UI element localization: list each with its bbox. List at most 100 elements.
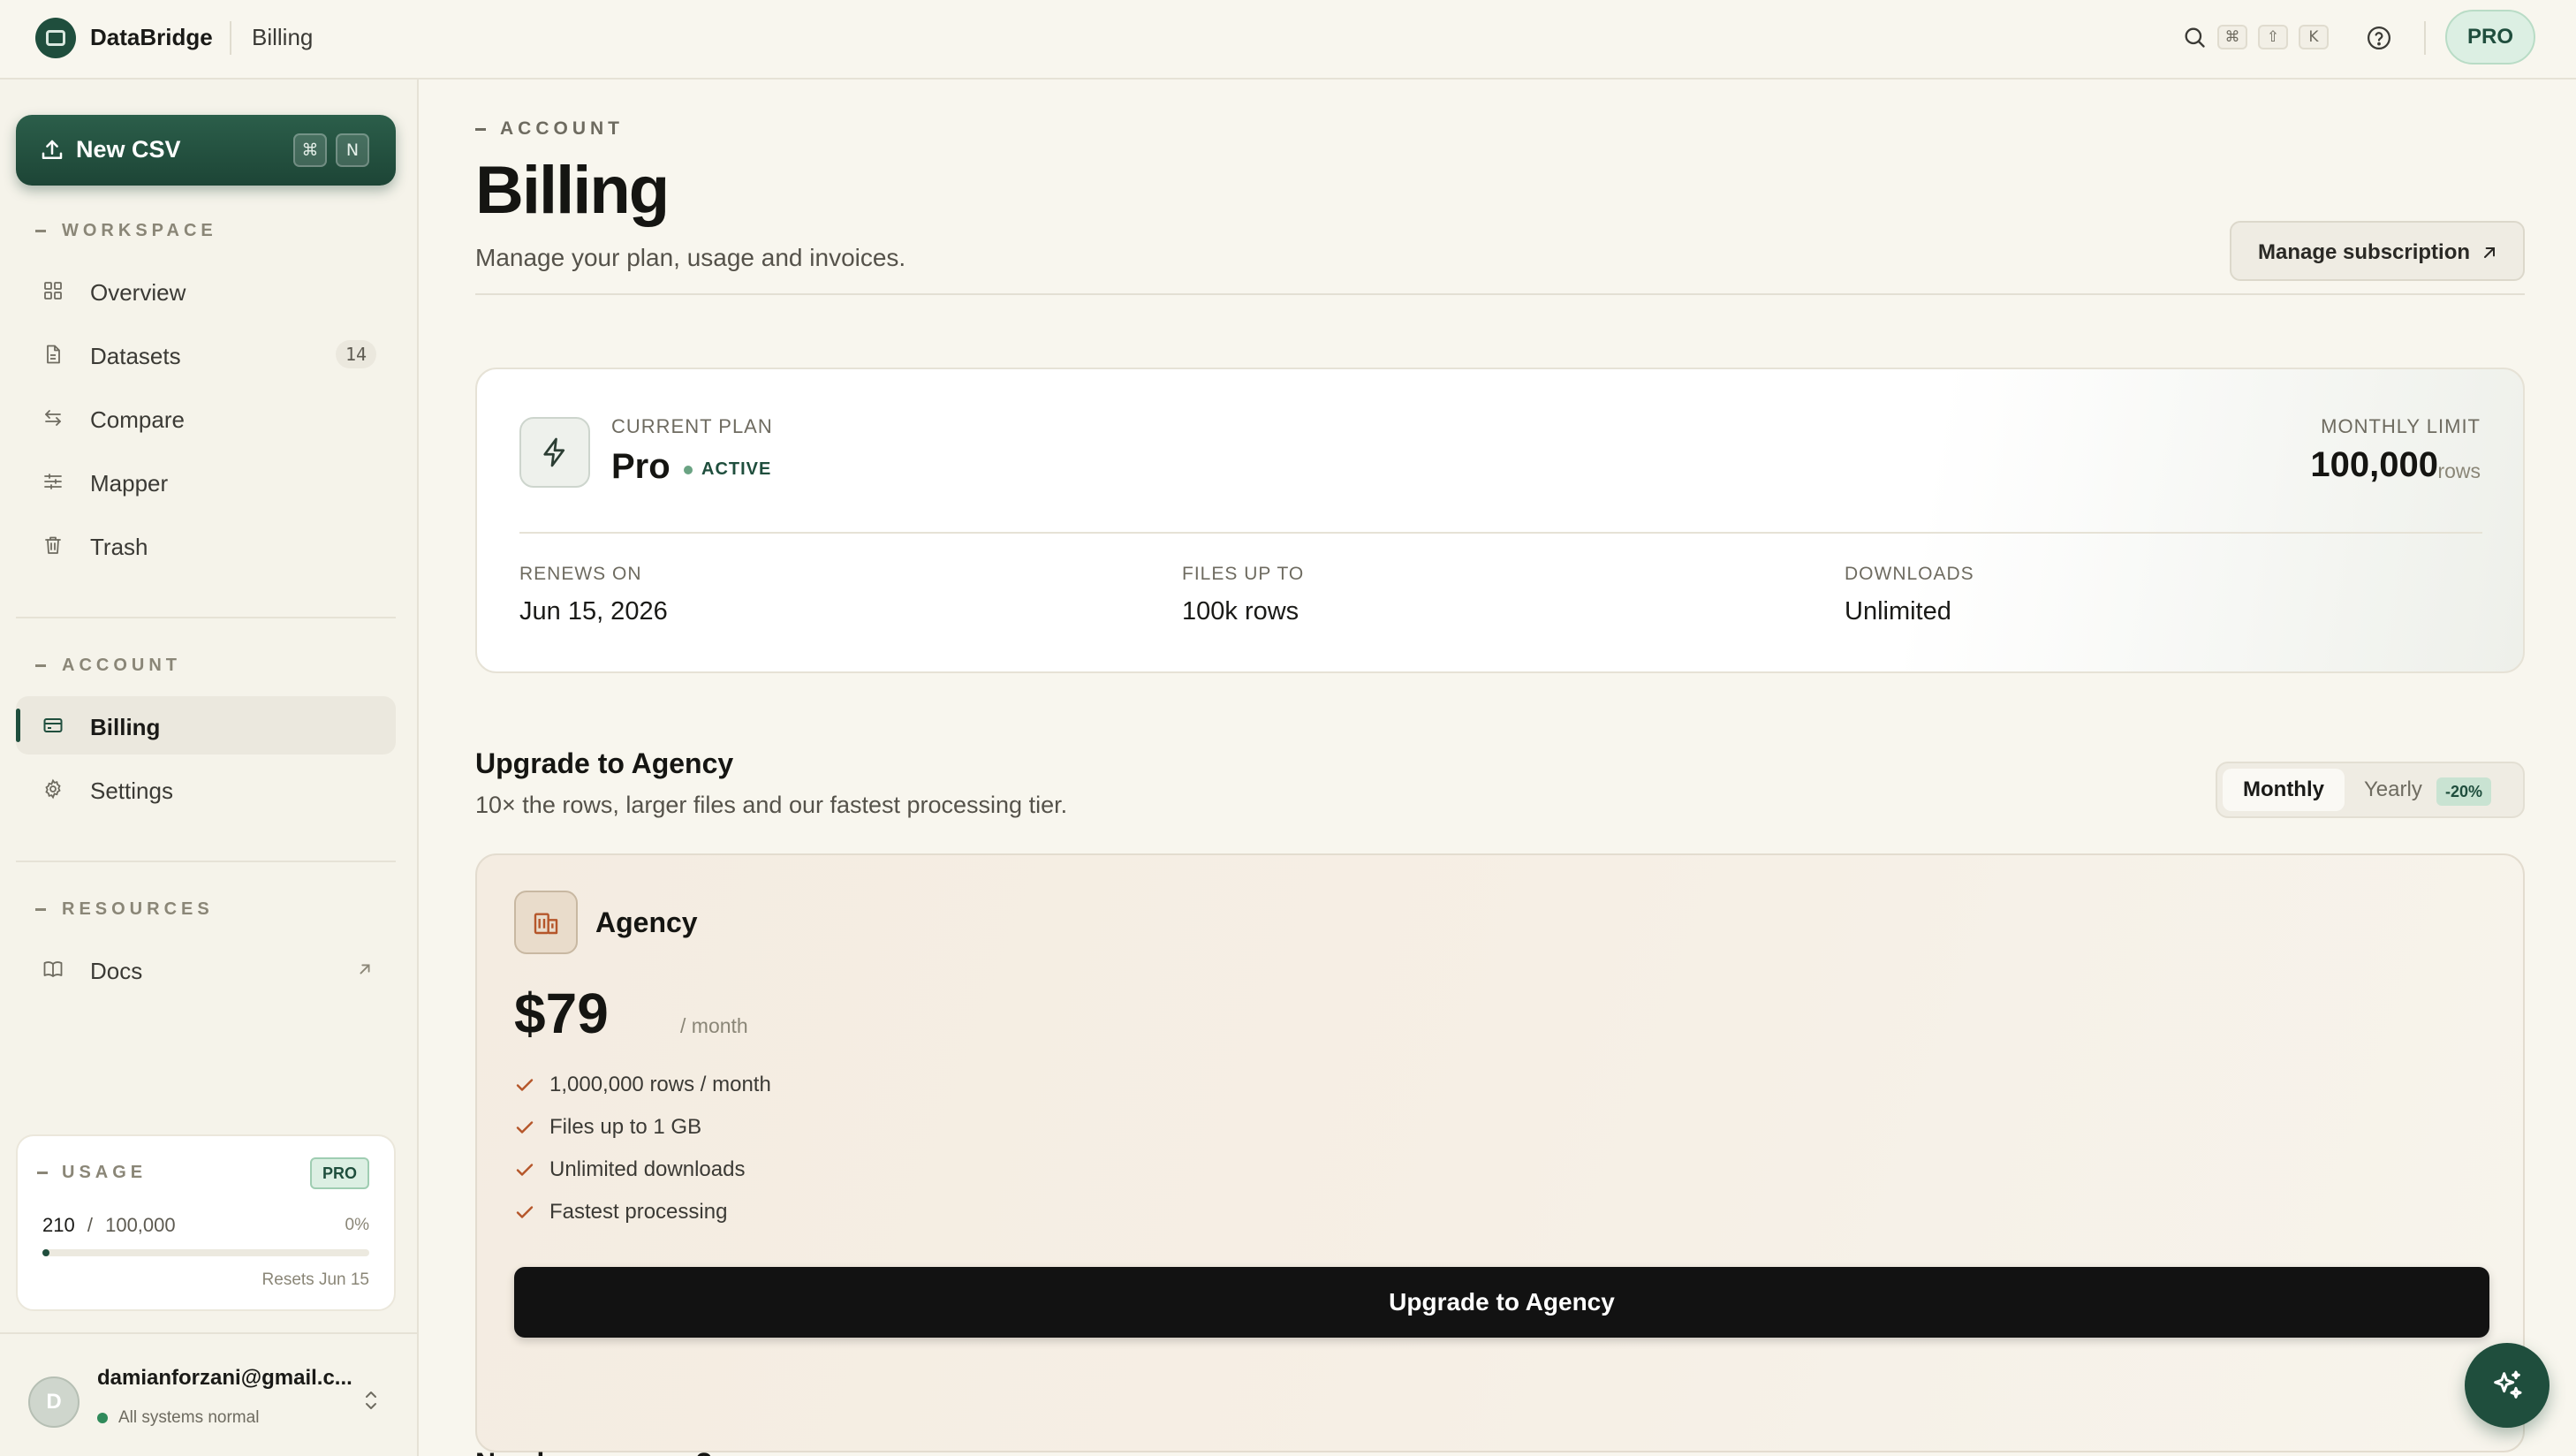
divider xyxy=(519,532,2482,534)
search-icon[interactable] xyxy=(2182,25,2207,49)
usage-reset-date: Resets Jun 15 xyxy=(261,1270,369,1289)
arrow-up-right-icon xyxy=(2484,247,2495,258)
status-dot xyxy=(97,1412,108,1423)
sidebar-item-label: Docs xyxy=(90,958,143,984)
next-section-title: Need more rows? xyxy=(475,1447,713,1456)
monthly-limit-unit: rows xyxy=(2437,459,2481,482)
grid-icon xyxy=(44,282,62,300)
brand-name[interactable]: DataBridge xyxy=(90,24,213,51)
agency-plan-name: Agency xyxy=(595,906,698,938)
sidebar: New CSV ⌘ N WORKSPACE Overview Datasets … xyxy=(0,80,419,1456)
usage-used: 210 xyxy=(42,1214,75,1236)
app-logo[interactable] xyxy=(35,18,76,58)
stat-label: RENEWS ON xyxy=(519,564,642,584)
system-status-text: All systems normal xyxy=(118,1408,260,1427)
new-csv-label: New CSV xyxy=(76,136,181,163)
section-heading-account: ACCOUNT xyxy=(35,656,181,676)
sidebar-item-compare[interactable]: Compare xyxy=(16,389,396,447)
sparkle-icon xyxy=(2494,1370,2522,1399)
agency-plan-card: Agency $79 / month 1,000,000 rows / mont… xyxy=(475,853,2525,1452)
upgrade-to-agency-button[interactable]: Upgrade to Agency xyxy=(514,1267,2489,1338)
status-badge: ACTIVE xyxy=(684,459,771,480)
arrows-swap-icon xyxy=(45,410,61,426)
sidebar-item-docs[interactable]: Docs xyxy=(16,940,396,998)
account-switcher[interactable]: D damianforzani@gmail.c... All systems n… xyxy=(0,1332,419,1456)
feature-item: Unlimited downloads xyxy=(514,1157,745,1182)
sidebar-item-datasets[interactable]: Datasets 14 xyxy=(16,325,396,383)
feature-label: 1,000,000 rows / month xyxy=(549,1073,771,1096)
section-heading-resources: RESOURCES xyxy=(35,899,214,920)
status-text: ACTIVE xyxy=(701,459,772,479)
sidebar-item-mapper[interactable]: Mapper xyxy=(16,452,396,511)
shortcut-key: K xyxy=(2299,25,2329,49)
assistant-fab-button[interactable] xyxy=(2465,1343,2549,1428)
book-icon xyxy=(43,961,63,977)
plan-badge: PRO xyxy=(309,1157,369,1189)
current-plan-label: CURRENT PLAN xyxy=(611,415,773,437)
toggle-monthly[interactable]: Monthly xyxy=(2223,769,2345,811)
sidebar-item-label: Datasets xyxy=(90,343,181,369)
page-title: Billing xyxy=(475,153,670,228)
shortcut-key: ⌘ xyxy=(2217,25,2247,49)
user-email: damianforzani@gmail.c... xyxy=(97,1366,352,1390)
divider xyxy=(16,617,396,618)
stat-value: 100k rows xyxy=(1182,597,1299,626)
sidebar-item-overview[interactable]: Overview xyxy=(16,262,396,320)
main-content: ACCOUNT Billing Manage your plan, usage … xyxy=(420,80,2576,1456)
usage-limit: 100,000 xyxy=(105,1214,176,1236)
divider xyxy=(475,293,2525,295)
plan-badge-button[interactable]: PRO xyxy=(2445,10,2535,64)
credit-card-icon xyxy=(43,718,63,732)
monthly-limit-value: 100,000 xyxy=(2310,445,2438,484)
usage-progress-bar xyxy=(42,1249,369,1256)
stat-downloads: DOWNLOADS Unlimited xyxy=(1845,564,1974,626)
help-circle-icon[interactable] xyxy=(2366,25,2392,51)
check-icon xyxy=(516,1164,534,1176)
stat-files-up-to: FILES UP TO 100k rows xyxy=(1182,564,1304,626)
check-icon xyxy=(516,1206,534,1218)
count-badge: 14 xyxy=(336,340,376,368)
billing-period-toggle: Monthly Yearly -20% xyxy=(2216,762,2525,818)
agency-price-period: / month xyxy=(680,1014,748,1037)
sidebar-item-billing[interactable]: Billing xyxy=(16,696,396,755)
shortcut-key: ⇧ xyxy=(2258,25,2288,49)
current-plan-card: CURRENT PLAN Pro ACTIVE MONTHLY LIMIT 10… xyxy=(475,368,2525,673)
toggle-yearly[interactable]: Yearly xyxy=(2364,777,2422,802)
shortcut-key: N xyxy=(336,133,369,167)
manage-subscription-button[interactable]: Manage subscription xyxy=(2230,221,2525,281)
sidebar-item-label: Trash xyxy=(90,534,148,560)
chevron-up-down-icon[interactable] xyxy=(360,1387,382,1414)
divider xyxy=(16,861,396,862)
feature-item: Files up to 1 GB xyxy=(514,1115,701,1140)
usage-percent: 0% xyxy=(345,1216,369,1234)
section-heading-workspace: WORKSPACE xyxy=(35,221,217,241)
file-icon xyxy=(47,345,60,364)
system-status: All systems normal xyxy=(97,1408,259,1428)
agency-price: $79 xyxy=(514,982,609,1045)
status-dot xyxy=(684,465,693,474)
usage-separator: / xyxy=(87,1214,93,1236)
sidebar-item-label: Compare xyxy=(90,406,185,433)
feature-label: Unlimited downloads xyxy=(549,1157,746,1181)
usage-count: 210 / 100,000 xyxy=(42,1214,176,1237)
lightning-icon xyxy=(519,417,590,488)
sidebar-item-settings[interactable]: Settings xyxy=(16,760,396,818)
stat-value: Unlimited xyxy=(1845,597,1951,626)
feature-label: Files up to 1 GB xyxy=(549,1115,702,1139)
stat-label: DOWNLOADS xyxy=(1845,564,1974,584)
check-icon xyxy=(516,1121,534,1134)
check-icon xyxy=(516,1079,534,1091)
upgrade-section-subtitle: 10× the rows, larger files and our faste… xyxy=(475,792,1068,818)
sidebar-item-label: Mapper xyxy=(90,470,169,497)
building-icon xyxy=(514,891,578,954)
divider xyxy=(230,21,231,55)
manage-subscription-label: Manage subscription xyxy=(2258,240,2471,264)
logo-mark-icon xyxy=(46,30,65,46)
sliders-icon xyxy=(44,474,62,489)
sidebar-item-trash[interactable]: Trash xyxy=(16,516,396,574)
new-csv-button[interactable]: New CSV ⌘ N xyxy=(16,115,396,186)
upgrade-section-title: Upgrade to Agency xyxy=(475,747,734,779)
usage-heading: USAGE xyxy=(37,1163,147,1183)
stat-renews-on: RENEWS ON Jun 15, 2026 xyxy=(519,564,668,626)
page-eyebrow: ACCOUNT xyxy=(475,118,624,140)
